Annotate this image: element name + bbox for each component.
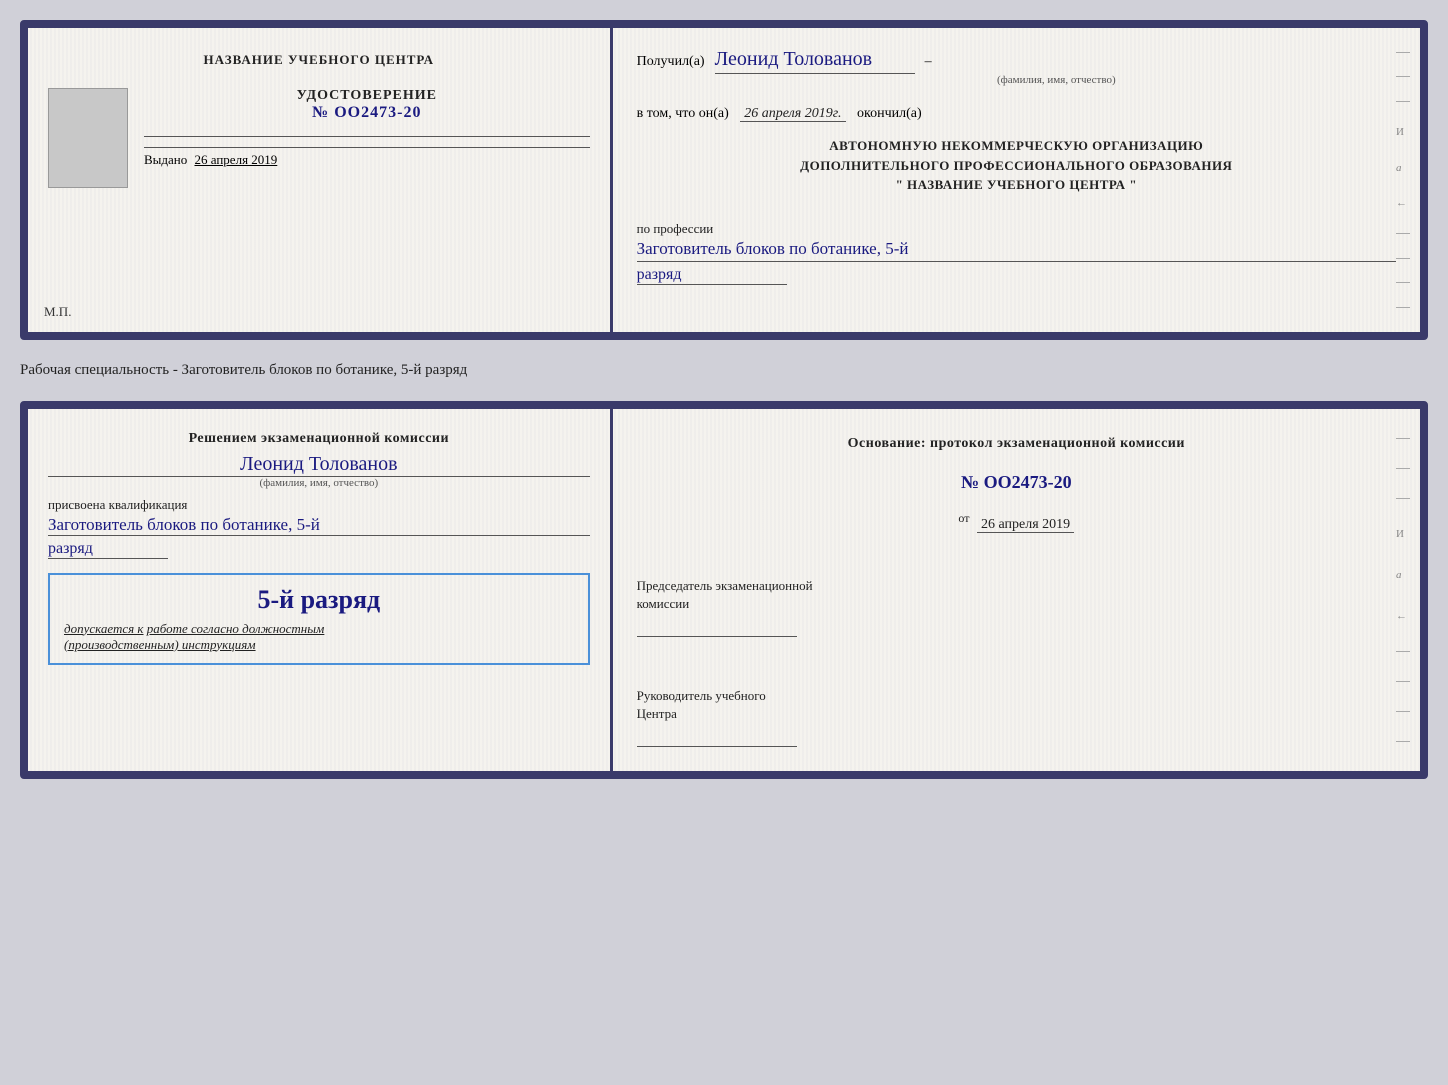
cert2-right-margin-marks: И а ←	[1396, 409, 1414, 771]
certificate-card-2: Решением экзаменационной комиссии Леонид…	[20, 401, 1428, 779]
cert1-issued-date: 26 апреля 2019	[195, 152, 278, 167]
cert2-chairman-line2: комиссии	[637, 595, 1396, 613]
cert2-decision: Решением экзаменационной комиссии	[48, 429, 590, 449]
cert1-org-line1: АВТОНОМНУЮ НЕКОММЕРЧЕСКУЮ ОРГАНИЗАЦИЮ	[637, 136, 1396, 156]
cert2-from-line: от 26 апреля 2019	[637, 511, 1396, 533]
cert2-assigned-label: присвоена квалификация	[48, 497, 187, 513]
cert1-dash: –	[925, 54, 932, 69]
cert1-org-block: АВТОНОМНУЮ НЕКОММЕРЧЕСКУЮ ОРГАНИЗАЦИЮ ДО…	[637, 136, 1396, 195]
cert1-date-value: 26 апреля 2019г.	[740, 106, 845, 122]
badge-subtitle-underlined: работе согласно должностным	[147, 621, 325, 636]
cert1-date-suffix: окончил(а)	[857, 106, 922, 121]
right-margin-marks: И а ←	[1396, 28, 1414, 332]
cert1-left-panel: НАЗВАНИЕ УЧЕБНОГО ЦЕНТРА УДОСТОВЕРЕНИЕ №…	[28, 28, 613, 332]
cert2-badge-title: 5-й разряд	[64, 585, 574, 615]
cert2-protocol-number: № OO2473-20	[637, 472, 1396, 493]
cert2-razryad: разряд	[48, 540, 168, 559]
cert2-left-panel: Решением экзаменационной комиссии Леонид…	[28, 409, 613, 771]
cert1-fio-hint: (фамилия, имя, отчество)	[717, 74, 1396, 86]
cert1-profession-block: по профессии Заготовитель блоков по бота…	[637, 213, 1396, 285]
cert2-name: Леонид Толованов	[48, 453, 590, 477]
cert2-chairman-line1: Председатель экзаменационной	[637, 577, 1396, 595]
cert2-director-sign	[637, 727, 797, 747]
cert1-title-block: УДОСТОВЕРЕНИЕ № OO2473-20	[144, 88, 590, 122]
cert1-recipient-block: Получил(а) Леонид Толованов – (фамилия, …	[637, 48, 1396, 86]
cert1-photo	[48, 88, 128, 188]
cert1-institution: НАЗВАНИЕ УЧЕБНОГО ЦЕНТРА	[204, 52, 435, 68]
cert2-director-line1: Руководитель учебного	[637, 687, 1396, 705]
cert1-profession-label: по профессии	[637, 221, 1396, 237]
cert1-org-line3: " НАЗВАНИЕ УЧЕБНОГО ЦЕНТРА "	[637, 175, 1396, 195]
badge-subtitle-prefix: допускается к	[64, 621, 144, 636]
cert2-badge-box: 5-й разряд допускается к работе согласно…	[48, 573, 590, 665]
cert1-razryad: разряд	[637, 266, 787, 285]
cert2-fio-hint: (фамилия, имя, отчество)	[48, 477, 590, 489]
cert1-right-panel: Получил(а) Леонид Толованов – (фамилия, …	[613, 28, 1420, 332]
cert2-basis: Основание: протокол экзаменационной коми…	[637, 433, 1396, 454]
cert2-qualification: Заготовитель блоков по ботанике, 5-й	[48, 515, 590, 536]
cert1-date-block: в том, что он(а) 26 апреля 2019г. окончи…	[637, 106, 1396, 122]
cert1-number: № OO2473-20	[144, 104, 590, 122]
cert2-director-line2: Центра	[637, 705, 1396, 723]
cert2-director-block: Руководитель учебного Центра	[637, 671, 1396, 751]
cert2-from-date: 26 апреля 2019	[977, 517, 1074, 533]
certificate-card-1: НАЗВАНИЕ УЧЕБНОГО ЦЕНТРА УДОСТОВЕРЕНИЕ №…	[20, 20, 1428, 340]
cert1-profession-value: Заготовитель блоков по ботанике, 5-й	[637, 239, 1396, 262]
cert1-date-prefix: в том, что он(а)	[637, 106, 729, 121]
specialty-label: Рабочая специальность - Заготовитель бло…	[20, 358, 1428, 383]
page-wrapper: НАЗВАНИЕ УЧЕБНОГО ЦЕНТРА УДОСТОВЕРЕНИЕ №…	[20, 20, 1428, 779]
cert2-right-panel: Основание: протокол экзаменационной коми…	[613, 409, 1420, 771]
cert2-director: Руководитель учебного Центра	[637, 687, 1396, 723]
cert1-org-line2: ДОПОЛНИТЕЛЬНОГО ПРОФЕССИОНАЛЬНОГО ОБРАЗО…	[637, 156, 1396, 176]
cert2-chairman-sign	[637, 617, 797, 637]
cert1-title: УДОСТОВЕРЕНИЕ	[144, 88, 590, 104]
cert1-issued-line: Выдано 26 апреля 2019	[144, 147, 590, 168]
cert1-received-prefix: Получил(а)	[637, 54, 705, 69]
cert1-issued-label: Выдано	[144, 152, 187, 167]
cert1-recipient-name: Леонид Толованов	[715, 48, 915, 74]
cert2-badge-subtitle: допускается к работе согласно должностны…	[64, 621, 574, 653]
cert2-chairman: Председатель экзаменационной комиссии	[637, 577, 1396, 613]
cert2-from-label: от	[958, 511, 969, 525]
cert1-mp: М.П.	[44, 304, 71, 320]
badge-subtitle-italic: (производственным) инструкциям	[64, 637, 256, 652]
cert2-chairman-block: Председатель экзаменационной комиссии	[637, 567, 1396, 641]
